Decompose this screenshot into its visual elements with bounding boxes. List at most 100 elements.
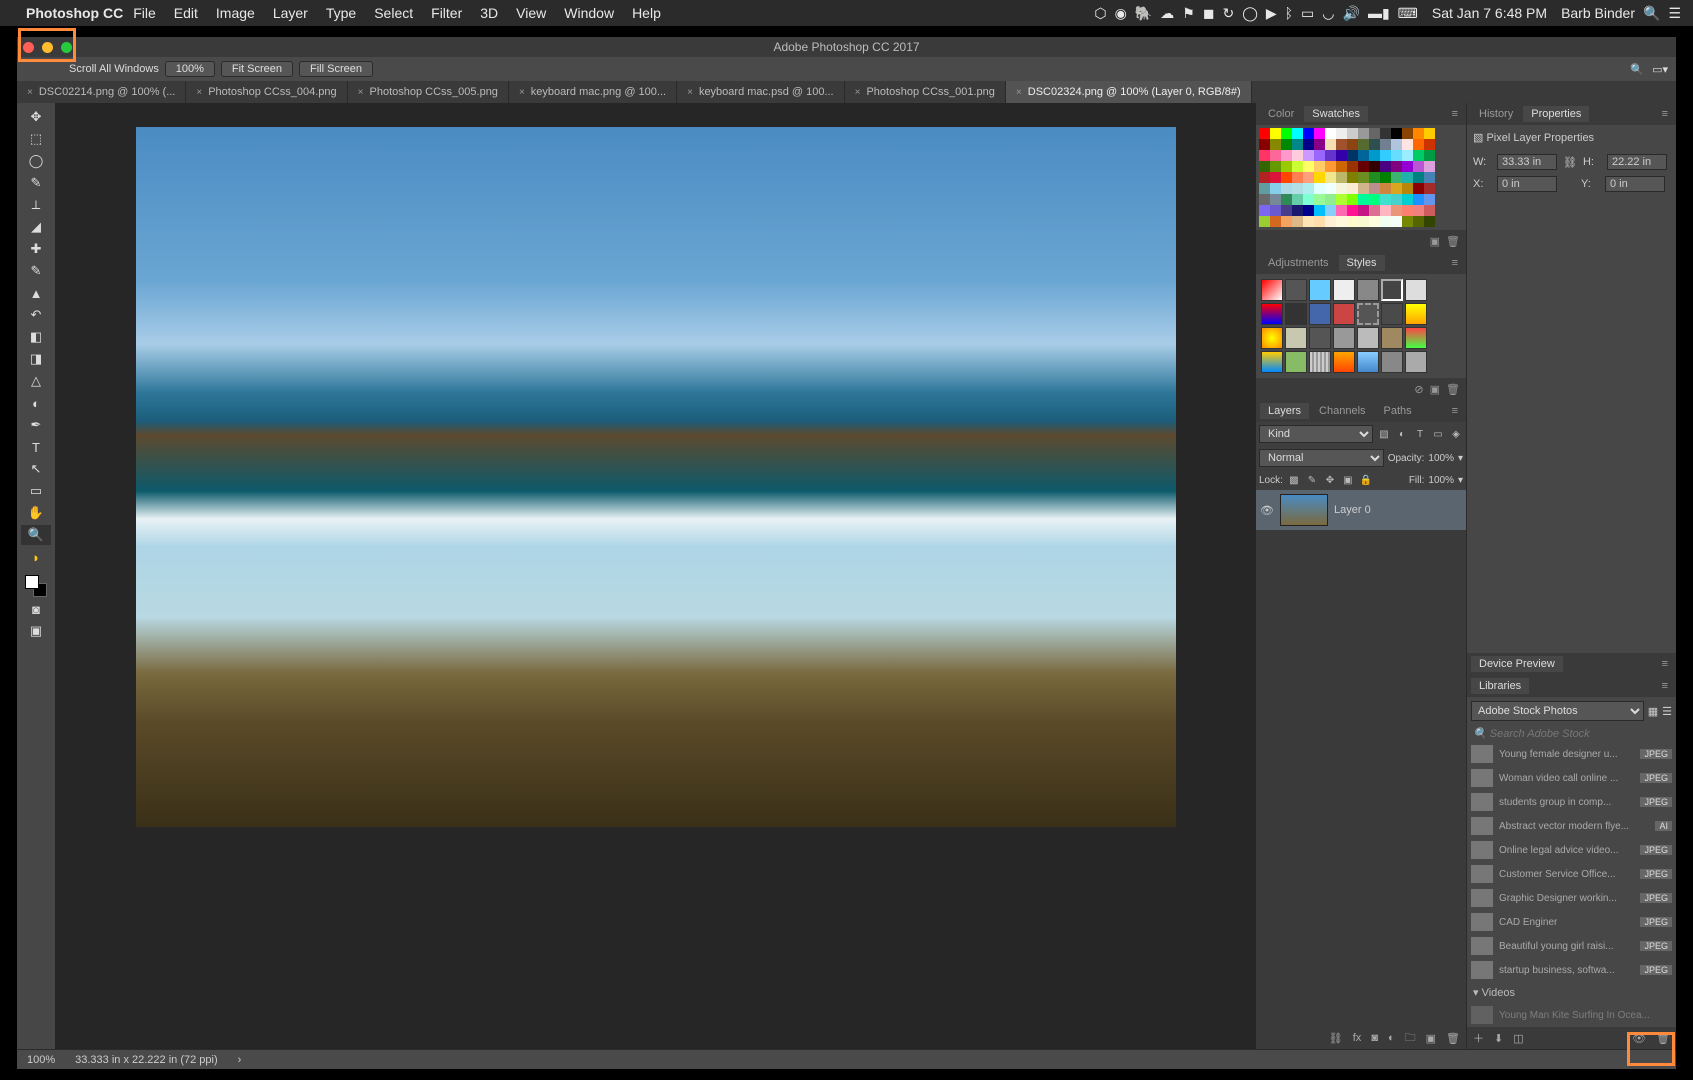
screen-mode-icon[interactable]: ▣ bbox=[21, 621, 51, 641]
search-icon[interactable]: 🔍 bbox=[1630, 63, 1644, 76]
swatch[interactable] bbox=[1369, 172, 1380, 183]
menu-select[interactable]: Select bbox=[374, 5, 413, 21]
style-swatch[interactable] bbox=[1309, 351, 1331, 373]
swatch[interactable] bbox=[1303, 150, 1314, 161]
clear-style-icon[interactable]: ⊘ bbox=[1414, 383, 1423, 396]
cloud-icon[interactable]: ☁ bbox=[1160, 5, 1174, 22]
close-icon[interactable]: × bbox=[27, 87, 33, 98]
stamp-tool[interactable]: ▲ bbox=[21, 283, 51, 303]
swatch[interactable] bbox=[1259, 205, 1270, 216]
swatch[interactable] bbox=[1259, 128, 1270, 139]
lock-transparent-icon[interactable]: ▩ bbox=[1287, 473, 1301, 487]
style-swatch[interactable] bbox=[1333, 327, 1355, 349]
dodge-tool[interactable]: ◐ bbox=[21, 393, 51, 413]
user-icon[interactable]: ◉ bbox=[1115, 5, 1127, 22]
menu-file[interactable]: File bbox=[133, 5, 156, 21]
style-swatch[interactable] bbox=[1261, 351, 1283, 373]
swatch[interactable] bbox=[1391, 205, 1402, 216]
swatch[interactable] bbox=[1270, 150, 1281, 161]
flag2-icon[interactable]: ◼ bbox=[1203, 5, 1215, 22]
swatch[interactable] bbox=[1402, 172, 1413, 183]
swatch[interactable] bbox=[1424, 216, 1435, 227]
canvas-area[interactable] bbox=[55, 103, 1256, 1049]
library-item[interactable]: Young Man Kite Surfing In Ocea... bbox=[1467, 1003, 1676, 1027]
swatch[interactable] bbox=[1347, 216, 1358, 227]
channels-tab[interactable]: Channels bbox=[1311, 403, 1373, 419]
style-swatch[interactable] bbox=[1285, 327, 1307, 349]
adjustments-tab[interactable]: Adjustments bbox=[1260, 255, 1337, 271]
style-swatch[interactable] bbox=[1381, 351, 1403, 373]
link-wh-icon[interactable]: ⛓ bbox=[1563, 156, 1577, 169]
swatch[interactable] bbox=[1259, 161, 1270, 172]
menu-help[interactable]: Help bbox=[632, 5, 661, 21]
evernote-icon[interactable]: 🐘 bbox=[1135, 5, 1152, 22]
style-swatch[interactable] bbox=[1381, 279, 1403, 301]
swatch[interactable] bbox=[1314, 161, 1325, 172]
swatch[interactable] bbox=[1380, 128, 1391, 139]
swatch[interactable] bbox=[1281, 183, 1292, 194]
swatch[interactable] bbox=[1347, 172, 1358, 183]
swatch[interactable] bbox=[1380, 161, 1391, 172]
swatch[interactable] bbox=[1303, 139, 1314, 150]
swatch[interactable] bbox=[1358, 150, 1369, 161]
swatch[interactable] bbox=[1413, 216, 1424, 227]
layer-fx-icon[interactable]: fx bbox=[1353, 1032, 1362, 1044]
spotlight-icon[interactable]: 🔍 bbox=[1643, 5, 1660, 22]
swatch[interactable] bbox=[1270, 194, 1281, 205]
status-chevron-icon[interactable]: › bbox=[238, 1054, 242, 1066]
menubar-datetime[interactable]: Sat Jan 7 6:48 PM bbox=[1432, 5, 1547, 21]
history-tab[interactable]: History bbox=[1471, 106, 1521, 122]
swatch[interactable] bbox=[1281, 216, 1292, 227]
visibility-icon[interactable]: 👁 bbox=[1260, 504, 1274, 517]
github-icon[interactable]: ◯ bbox=[1242, 5, 1258, 22]
swatch[interactable] bbox=[1358, 128, 1369, 139]
marquee-tool[interactable]: ⬚ bbox=[21, 129, 51, 149]
color-tab[interactable]: Color bbox=[1260, 106, 1302, 122]
eraser-tool[interactable]: ◧ bbox=[21, 327, 51, 347]
x-value[interactable]: 0 in bbox=[1497, 176, 1557, 192]
swatch[interactable] bbox=[1314, 194, 1325, 205]
swatch[interactable] bbox=[1325, 216, 1336, 227]
lock-position-icon[interactable]: ✥ bbox=[1323, 473, 1337, 487]
swatch[interactable] bbox=[1281, 161, 1292, 172]
swatch[interactable] bbox=[1292, 161, 1303, 172]
swatch[interactable] bbox=[1325, 139, 1336, 150]
swatch[interactable] bbox=[1391, 128, 1402, 139]
swatch[interactable] bbox=[1336, 194, 1347, 205]
swatch[interactable] bbox=[1270, 161, 1281, 172]
panel-menu-icon[interactable]: ≡ bbox=[1658, 680, 1672, 692]
swatch[interactable] bbox=[1259, 172, 1270, 183]
workspace-switcher-icon[interactable]: ▭▾ bbox=[1652, 63, 1668, 76]
swatch[interactable] bbox=[1347, 205, 1358, 216]
swatch[interactable] bbox=[1336, 139, 1347, 150]
videos-section[interactable]: ▾ Videos bbox=[1467, 982, 1676, 1003]
swatch[interactable] bbox=[1303, 128, 1314, 139]
style-swatch[interactable] bbox=[1381, 303, 1403, 325]
adjustment-layer-icon[interactable]: ◐ bbox=[1388, 1032, 1395, 1044]
style-swatch[interactable] bbox=[1405, 279, 1427, 301]
quick-select-tool[interactable]: ✎ bbox=[21, 173, 51, 193]
swatch[interactable] bbox=[1380, 139, 1391, 150]
status-doc-size[interactable]: 33.333 in x 22.222 in (72 ppi) bbox=[75, 1054, 218, 1066]
style-swatch[interactable] bbox=[1357, 303, 1379, 325]
zoom-tool[interactable]: 🔍 bbox=[21, 525, 51, 545]
swatch[interactable] bbox=[1391, 183, 1402, 194]
swatch[interactable] bbox=[1292, 205, 1303, 216]
swatch[interactable] bbox=[1270, 172, 1281, 183]
swatch[interactable] bbox=[1402, 216, 1413, 227]
swatch[interactable] bbox=[1347, 194, 1358, 205]
swatch[interactable] bbox=[1303, 172, 1314, 183]
swatch[interactable] bbox=[1314, 150, 1325, 161]
fill-screen-button[interactable]: Fill Screen bbox=[299, 61, 373, 77]
swatch[interactable] bbox=[1369, 183, 1380, 194]
swatch[interactable] bbox=[1292, 139, 1303, 150]
list-view-icon[interactable]: ☰ bbox=[1662, 705, 1672, 718]
swatch[interactable] bbox=[1292, 128, 1303, 139]
swatch[interactable] bbox=[1259, 183, 1270, 194]
swatch[interactable] bbox=[1259, 139, 1270, 150]
hand-tool[interactable]: ✋ bbox=[21, 503, 51, 523]
swatch[interactable] bbox=[1314, 139, 1325, 150]
swatch[interactable] bbox=[1336, 128, 1347, 139]
swatch[interactable] bbox=[1336, 183, 1347, 194]
swatch[interactable] bbox=[1391, 161, 1402, 172]
